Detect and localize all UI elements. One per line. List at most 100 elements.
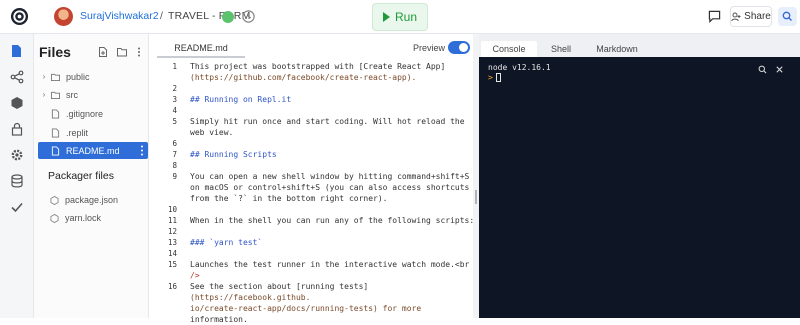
- code-line[interactable]: information.: [151, 314, 473, 325]
- console-prompt-line[interactable]: >: [488, 73, 501, 82]
- code-text: When in the shell you can run any of the…: [190, 216, 475, 225]
- packager-item-package-json[interactable]: package.json: [50, 195, 118, 205]
- check-icon[interactable]: [10, 200, 24, 214]
- new-file-icon[interactable]: [98, 47, 108, 57]
- file-item-gitignore[interactable]: .gitignore: [38, 105, 148, 122]
- code-text: (https://github.com/facebook/create-reac…: [190, 73, 417, 82]
- chevron-right-icon: ›: [42, 72, 46, 81]
- files-icon[interactable]: [10, 44, 24, 58]
- share-network-icon[interactable]: [10, 70, 24, 84]
- line-number: 6: [172, 139, 177, 148]
- code-line[interactable]: 10: [151, 204, 473, 215]
- packager-item-yarn-lock[interactable]: yarn.lock: [50, 213, 101, 223]
- code-line[interactable]: 9 You can open a new shell window by hitt…: [151, 171, 473, 182]
- code-text: web view.: [190, 128, 234, 137]
- search-icon: [782, 11, 792, 21]
- packager-files-title: Packager files: [48, 170, 114, 182]
- breadcrumb-username[interactable]: SurajVishwakar2: [80, 10, 159, 22]
- file-item-label: public: [66, 71, 90, 82]
- tab-readme[interactable]: README.md: [157, 40, 245, 58]
- code-line[interactable]: 3 ## Running on Repl.it: [151, 94, 473, 105]
- code-line[interactable]: 7 ## Running Scripts: [151, 149, 473, 160]
- file-item-label: .gitignore: [66, 108, 104, 119]
- package-icon: [50, 213, 59, 223]
- code-line[interactable]: 2: [151, 83, 473, 94]
- code-text: (https://facebook.github.: [190, 293, 311, 302]
- database-icon[interactable]: [10, 174, 24, 188]
- code-line[interactable]: (https://facebook.github.: [151, 292, 473, 303]
- packages-icon[interactable]: [10, 96, 24, 110]
- preview-label: Preview: [413, 43, 446, 53]
- history-icon[interactable]: [241, 9, 256, 24]
- code-line[interactable]: 5 Simply hit run once and start coding. W…: [151, 116, 473, 127]
- top-bar: SurajVishwakar2 / TRAVEL - FORM Run Shar…: [0, 0, 800, 34]
- add-user-icon: [731, 12, 741, 21]
- code-line[interactable]: 15 Launches the test runner in the intera…: [151, 259, 473, 270]
- cursor: [495, 73, 501, 82]
- line-number: 13: [167, 238, 177, 247]
- package-icon: [50, 195, 59, 205]
- file-item-src[interactable]: › src: [38, 86, 148, 103]
- play-icon: [382, 12, 390, 22]
- close-icon[interactable]: [775, 65, 784, 74]
- code-line[interactable]: 14: [151, 248, 473, 259]
- search-icon[interactable]: [758, 65, 767, 74]
- breadcrumb-separator: /: [160, 10, 163, 22]
- file-item-menu-icon[interactable]: [140, 145, 144, 156]
- tab-markdown[interactable]: Markdown: [587, 41, 647, 58]
- line-number: 9: [172, 172, 177, 181]
- avatar[interactable]: [54, 7, 73, 26]
- lock-icon[interactable]: [10, 122, 24, 136]
- code-line[interactable]: on macOS or control+shift+S (you can als…: [151, 182, 473, 193]
- code-line[interactable]: 4: [151, 105, 473, 116]
- preview-toggle[interactable]: [448, 41, 470, 54]
- file-icon: [51, 109, 60, 118]
- new-folder-icon[interactable]: [117, 47, 127, 57]
- sidebar-rail: [0, 34, 34, 318]
- run-button[interactable]: Run: [372, 3, 428, 31]
- line-number: 10: [167, 205, 177, 214]
- code-line[interactable]: io/create-react-app/docs/running-tests) …: [151, 303, 473, 314]
- code-line[interactable]: />: [151, 270, 473, 281]
- console[interactable]: node v12.16.1 >: [479, 57, 800, 318]
- code-line[interactable]: 13 ### `yarn test`: [151, 237, 473, 248]
- code-line[interactable]: 8: [151, 160, 473, 171]
- more-options-icon[interactable]: [134, 47, 144, 57]
- settings-icon[interactable]: [10, 148, 24, 162]
- code-text: Launches the test runner in the interact…: [190, 260, 470, 269]
- line-number: 1: [172, 62, 177, 71]
- line-number: 2: [172, 84, 177, 93]
- breadcrumb-project[interactable]: TRAVEL - FORM: [168, 10, 251, 22]
- file-item-label: .replit: [66, 127, 89, 138]
- code-line[interactable]: 12: [151, 226, 473, 237]
- code-text: information.: [190, 315, 248, 324]
- code-line[interactable]: from the `?` in the bottom right corner)…: [151, 193, 473, 204]
- share-button[interactable]: Share: [730, 6, 772, 27]
- code-line[interactable]: 16 See the section about [running tests]: [151, 281, 473, 292]
- replit-logo-icon[interactable]: [10, 7, 29, 26]
- file-item-public[interactable]: › public: [38, 68, 148, 85]
- language-icon: [222, 11, 234, 23]
- drag-handle-icon[interactable]: [475, 190, 477, 204]
- code-text: This project was bootstrapped with [Crea…: [190, 62, 446, 71]
- chevron-right-icon: ›: [42, 90, 46, 99]
- code-line[interactable]: (https://github.com/facebook/create-reac…: [151, 72, 473, 83]
- line-number: 7: [172, 150, 177, 159]
- packager-item-label: yarn.lock: [65, 213, 102, 223]
- code-line[interactable]: 11 When in the shell you can run any of t…: [151, 215, 475, 226]
- tab-console[interactable]: Console: [481, 41, 537, 58]
- code-line[interactable]: web view.: [151, 127, 473, 138]
- files-title: Files: [39, 44, 71, 60]
- file-item-readme[interactable]: README.md: [38, 142, 148, 159]
- code-text: See the section about [running tests]: [190, 282, 369, 291]
- code-text: ### `yarn test`: [190, 238, 263, 247]
- chat-icon[interactable]: [708, 10, 721, 23]
- run-label: Run: [394, 10, 417, 24]
- code-line[interactable]: 6: [151, 138, 473, 149]
- packager-item-label: package.json: [65, 195, 119, 205]
- file-item-replit[interactable]: .replit: [38, 124, 148, 141]
- folder-icon: [51, 73, 60, 81]
- search-button[interactable]: [778, 7, 797, 26]
- code-line[interactable]: 1 This project was bootstrapped with [Cre…: [151, 61, 473, 72]
- tab-shell[interactable]: Shell: [531, 41, 591, 58]
